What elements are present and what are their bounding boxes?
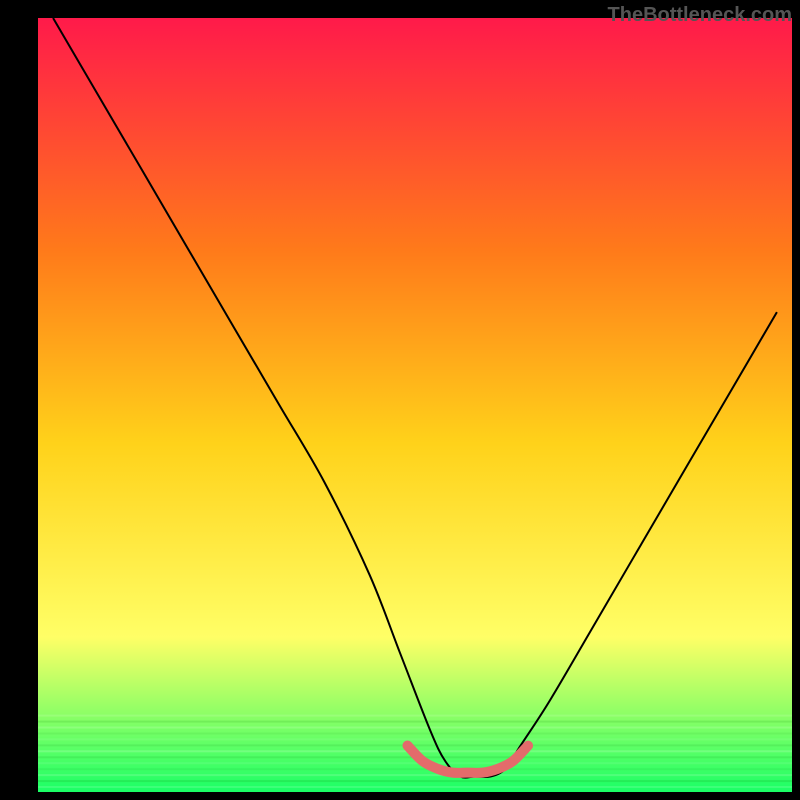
chart-container: TheBottleneck.com: [0, 0, 800, 800]
gradient-background: [38, 18, 792, 792]
watermark-text: TheBottleneck.com: [608, 4, 792, 27]
plot-area: [38, 18, 792, 792]
bottleneck-chart: [38, 18, 792, 792]
